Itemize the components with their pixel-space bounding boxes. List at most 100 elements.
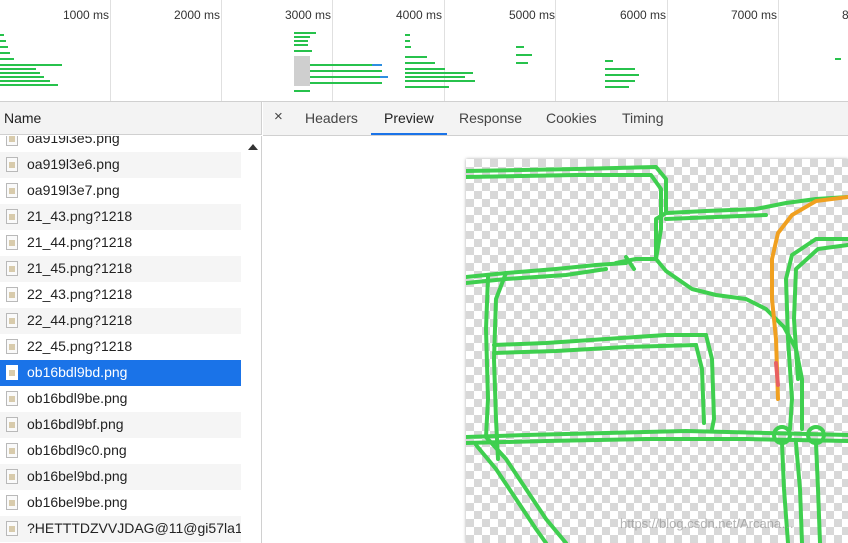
image-file-icon xyxy=(6,235,18,250)
request-bar xyxy=(310,64,380,66)
image-file-icon xyxy=(6,287,18,302)
request-bar xyxy=(0,64,62,66)
request-row[interactable]: 22_45.png?1218 xyxy=(0,334,241,360)
request-row[interactable]: ob16bdl9c0.png xyxy=(0,438,241,464)
tick-line xyxy=(221,0,222,101)
request-bar xyxy=(294,56,310,86)
request-bar xyxy=(310,76,386,78)
request-bar xyxy=(605,68,635,70)
tab-headers[interactable]: Headers xyxy=(305,110,358,126)
request-bar xyxy=(0,34,4,36)
request-row[interactable]: ob16bdl9bf.png xyxy=(0,412,241,438)
scroll-up-arrow-icon[interactable] xyxy=(248,144,258,150)
request-row[interactable]: ob16bel9bd.png xyxy=(0,464,241,490)
request-bar xyxy=(405,86,449,88)
request-name: ob16bdl9bd.png xyxy=(27,364,128,380)
image-file-icon xyxy=(6,209,18,224)
request-bar xyxy=(294,32,316,34)
request-list-scrollbar[interactable] xyxy=(241,136,262,543)
image-file-icon xyxy=(6,495,18,510)
request-bar xyxy=(405,68,445,70)
request-row[interactable]: 21_45.png?1218 xyxy=(0,256,241,282)
request-row[interactable]: ?HETTTDZVVJDAG@11@gi57la1 xyxy=(0,516,241,542)
request-bar xyxy=(0,68,36,70)
tick-label: 3000 ms xyxy=(285,8,332,22)
tick-line xyxy=(555,0,556,101)
name-column-label: Name xyxy=(4,110,42,126)
request-row[interactable]: oa919l3e5.png xyxy=(0,136,241,152)
request-bar xyxy=(605,86,629,88)
request-row[interactable]: 22_43.png?1218 xyxy=(0,282,241,308)
tab-response[interactable]: Response xyxy=(459,110,522,126)
request-bar xyxy=(294,36,310,38)
image-file-icon xyxy=(6,157,18,172)
request-name: 22_45.png?1218 xyxy=(27,338,133,354)
request-row[interactable]: oa919l3e7.png xyxy=(0,178,241,204)
request-bar xyxy=(405,46,411,48)
image-file-icon xyxy=(6,339,18,354)
request-name: ob16bdl9be.png xyxy=(27,390,128,406)
request-bar xyxy=(516,62,528,64)
tick-line xyxy=(332,0,333,101)
request-bar xyxy=(310,70,382,72)
request-bar xyxy=(0,76,44,78)
image-file-icon xyxy=(6,365,18,380)
request-bar xyxy=(405,56,427,58)
request-bar xyxy=(835,58,841,60)
close-icon[interactable]: × xyxy=(274,108,283,125)
request-bar xyxy=(0,84,58,86)
image-file-icon xyxy=(6,469,18,484)
request-name: 22_44.png?1218 xyxy=(27,312,133,328)
request-bar xyxy=(0,40,6,42)
request-row[interactable]: 21_44.png?1218 xyxy=(0,230,241,256)
request-bar xyxy=(605,80,635,82)
request-name: 21_44.png?1218 xyxy=(27,234,133,250)
request-bar xyxy=(0,52,10,54)
request-list[interactable]: oa919l3e5.png oa919l3e6.png oa919l3e7.png 2… xyxy=(0,136,241,543)
request-name: oa919l3e5.png xyxy=(27,136,120,146)
name-column-header[interactable]: Name xyxy=(0,102,262,135)
request-bar xyxy=(405,80,475,82)
request-bar xyxy=(294,44,308,46)
map-tile-roads xyxy=(466,165,848,543)
request-bar xyxy=(294,50,312,52)
tick-label: 7000 ms xyxy=(731,8,778,22)
request-bar xyxy=(605,60,613,62)
tick-label: 8 xyxy=(842,8,848,22)
request-bar xyxy=(294,40,308,42)
active-tab-indicator xyxy=(371,133,447,135)
request-bar xyxy=(380,76,388,78)
request-bar xyxy=(516,54,532,56)
request-name: ?HETTTDZVVJDAG@11@gi57la1 xyxy=(27,520,241,536)
request-bar xyxy=(405,62,435,64)
tick-label: 5000 ms xyxy=(509,8,556,22)
image-file-icon xyxy=(6,521,18,536)
request-row[interactable]: 22_44.png?1218 xyxy=(0,308,241,334)
request-bar xyxy=(0,46,8,48)
tab-preview[interactable]: Preview xyxy=(384,110,434,126)
request-bar xyxy=(310,82,382,84)
tab-cookies[interactable]: Cookies xyxy=(546,110,597,126)
image-file-icon xyxy=(6,261,18,276)
request-name: oa919l3e6.png xyxy=(27,156,120,172)
image-file-icon xyxy=(6,313,18,328)
image-file-icon xyxy=(6,136,18,146)
tab-timing[interactable]: Timing xyxy=(622,110,664,126)
request-row[interactable]: oa919l3e6.png xyxy=(0,152,241,178)
request-bar xyxy=(516,46,524,48)
tick-label: 6000 ms xyxy=(620,8,667,22)
request-bar xyxy=(294,90,310,92)
request-row[interactable]: ob16bdl9bd.png xyxy=(0,360,241,386)
timeline-overview[interactable]: 1000 ms 2000 ms 3000 ms 4000 ms 5000 ms … xyxy=(0,0,848,102)
request-row[interactable]: 21_43.png?1218 xyxy=(0,204,241,230)
request-name: ob16bel9be.png xyxy=(27,494,128,510)
request-bar xyxy=(405,72,473,74)
tick-line xyxy=(110,0,111,101)
request-name: ob16bdl9bf.png xyxy=(27,416,124,432)
request-row[interactable]: ob16bel9be.png xyxy=(0,490,241,516)
request-bar xyxy=(0,72,40,74)
request-bar xyxy=(0,80,50,82)
request-name: 21_43.png?1218 xyxy=(27,208,133,224)
request-row[interactable]: ob16bdl9be.png xyxy=(0,386,241,412)
request-name: ob16bdl9c0.png xyxy=(27,442,127,458)
